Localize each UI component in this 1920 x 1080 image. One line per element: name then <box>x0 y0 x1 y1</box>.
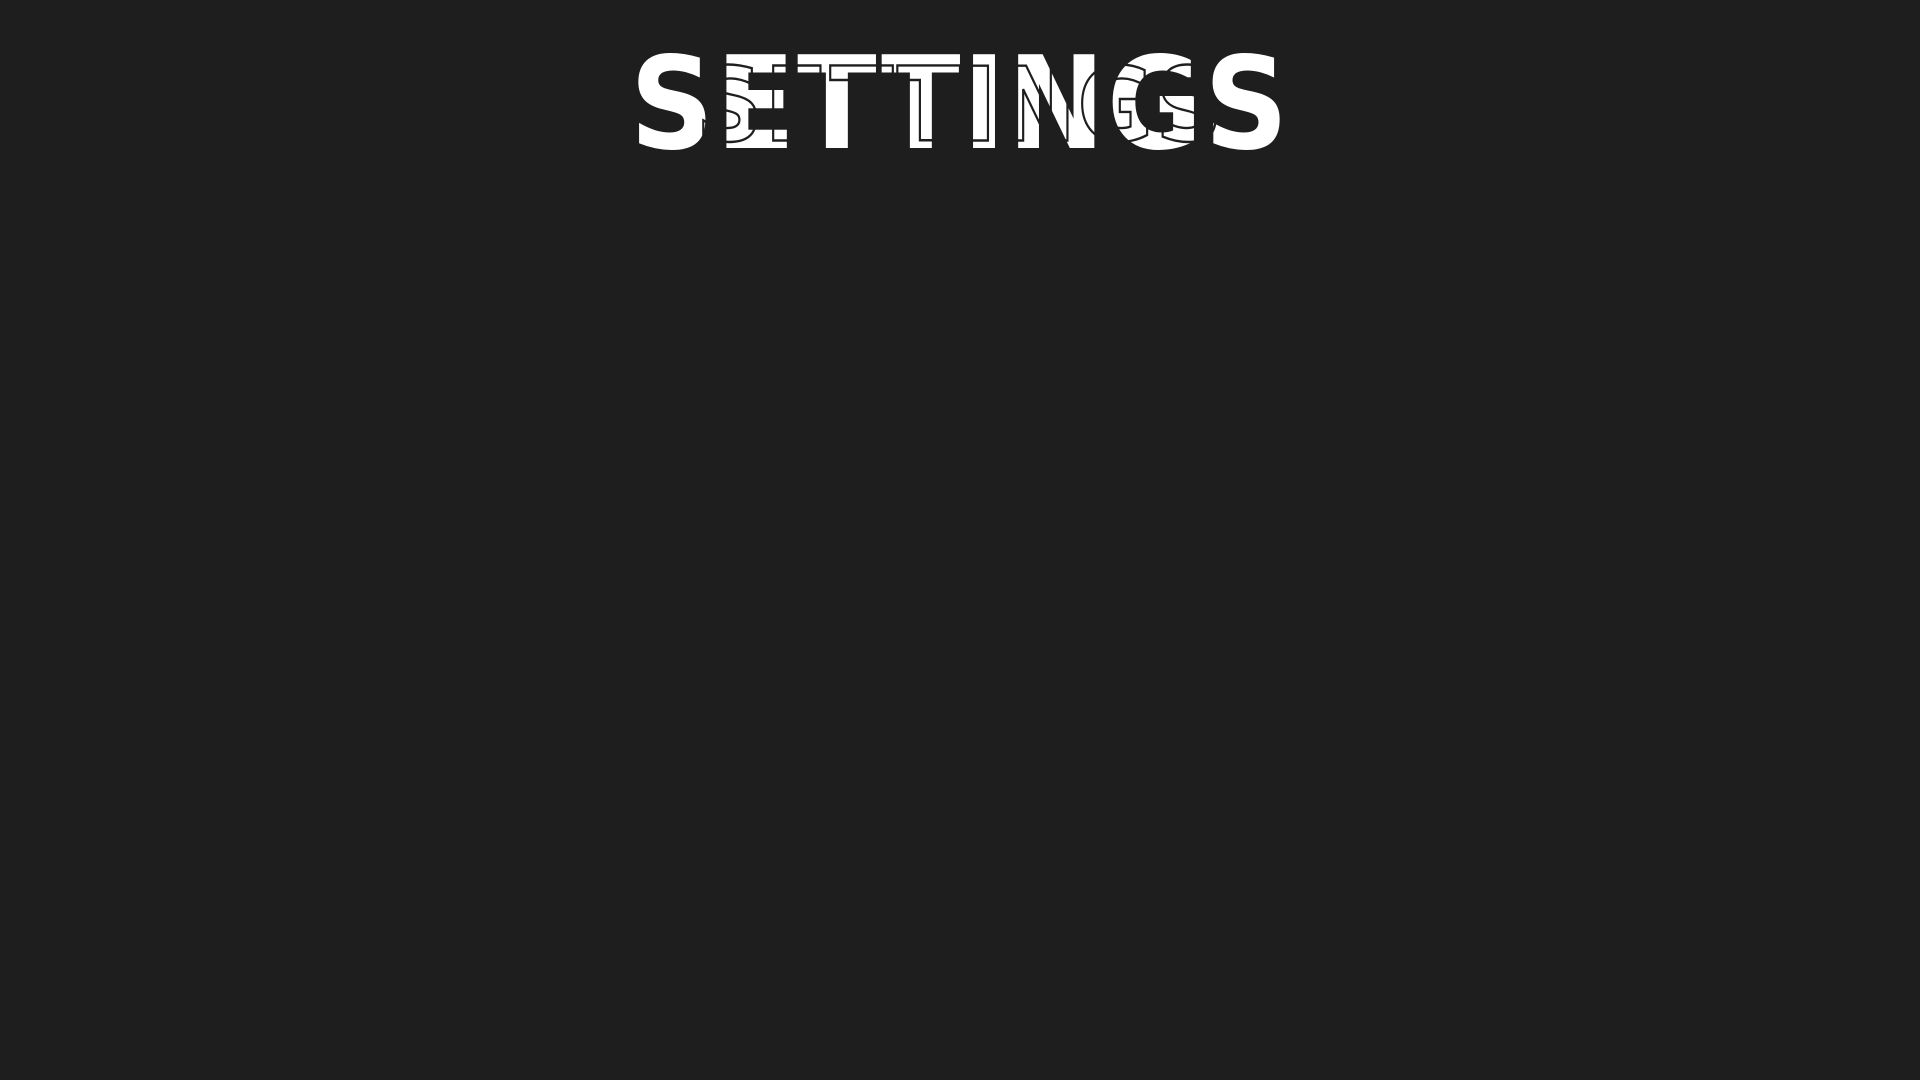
title-inline-stripe: SETTINGS <box>696 50 1224 165</box>
settings-title-logo: SETTINGS SETTINGS <box>630 50 1288 170</box>
settings-content-area <box>0 200 1920 1080</box>
title-header: SETTINGS SETTINGS SETTINGS <box>0 40 1920 180</box>
settings-screen: SETTINGS SETTINGS SETTINGS <box>0 0 1920 1080</box>
